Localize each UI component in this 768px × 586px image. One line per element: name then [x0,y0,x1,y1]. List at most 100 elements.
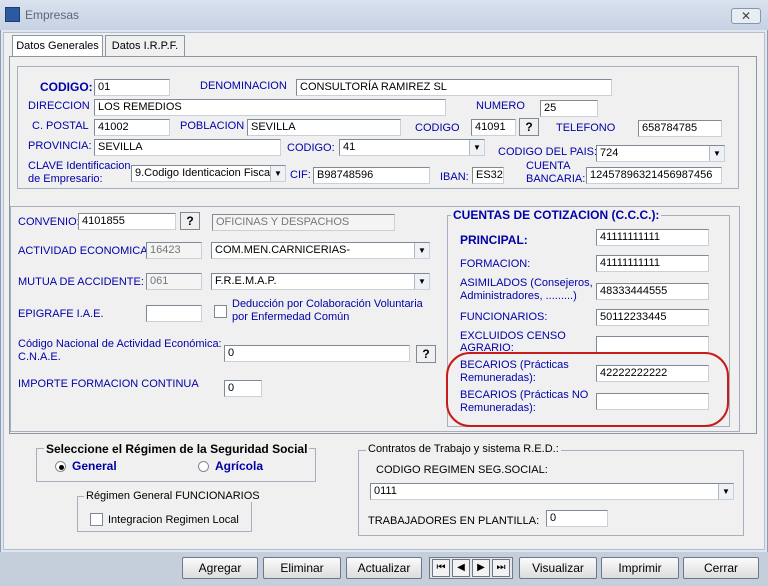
chevron-down-icon[interactable]: ▼ [709,146,724,161]
deduccion-label-line1: Deducción por Colaboración Voluntaria [232,298,423,310]
funcionarios-label: FUNCIONARIOS: [460,311,548,323]
principal-label: PRINCIPAL: [460,233,528,247]
highlight-oval [446,352,729,427]
asimilados-label-line2: Administradores, .........) [460,290,577,302]
direccion-label: DIRECCION [28,100,90,112]
convenio-help-button[interactable]: ? [180,212,200,230]
epigrafe-field[interactable] [146,305,202,322]
deduccion-label-line2: por Enfermedad Común [232,311,350,323]
denominacion-field[interactable]: CONSULTORÍA RAMIREZ SL [296,79,612,96]
telefono-field[interactable]: 658784785 [638,120,722,137]
app-icon [5,7,20,22]
codigo-regimen-select[interactable]: 0111 ▼ [370,483,734,500]
codigo-pais-value: 724 [600,147,619,159]
agricola-radio[interactable] [198,461,209,472]
direccion-field[interactable]: LOS REMEDIOS [94,99,446,116]
numero-field[interactable]: 25 [540,100,598,117]
cnae-field[interactable]: 0 [224,345,410,362]
excluidos-label-line1: EXCLUIDOS CENSO [460,330,566,342]
chevron-down-icon[interactable]: ▼ [414,274,429,289]
codigo-provincia-label: CODIGO: [287,142,335,154]
imprimir-button[interactable]: Imprimir [601,557,679,579]
cnae-help-button[interactable]: ? [416,345,436,363]
first-record-icon[interactable]: ⏮ [432,559,450,577]
codigo-provincia-value: 41 [343,141,356,153]
mutua-select[interactable]: F.R.E.M.A.P. ▼ [211,273,430,290]
asimilados-field[interactable]: 48333444555 [596,283,709,300]
regimen-title: Seleccione el Régimen de la Seguridad So… [44,442,310,456]
cuenta-label-line1: CUENTA [526,160,571,172]
deduccion-checkbox[interactable] [214,305,227,318]
formacion-continua-label: IMPORTE FORMACION CONTINUA [18,378,199,390]
convenio-label: CONVENIO: [18,216,80,228]
iban-field[interactable]: ES32 [472,167,504,184]
chevron-down-icon[interactable]: ▼ [469,140,484,155]
integracion-label: Integracion Regimen Local [108,514,239,526]
general-radio[interactable] [55,461,66,472]
cerrar-button[interactable]: Cerrar [683,557,759,579]
contratos-title: Contratos de Trabajo y sistema R.E.D.: [366,443,561,455]
codigo-field[interactable]: 01 [94,79,170,96]
tab-datos-irpf[interactable]: Datos I.R.P.F. [105,35,185,57]
principal-field[interactable]: 41111111111 [596,229,709,246]
provincia-label: PROVINCIA: [28,140,92,152]
previous-record-icon[interactable]: ◀ [452,559,470,577]
clave-label-line2: de Empresario: [28,173,103,185]
formacion-continua-field[interactable]: 0 [224,380,262,397]
codigo-regimen-label: CODIGO REGIMEN SEG.SOCIAL: [376,464,548,476]
tab-datos-generales[interactable]: Datos Generales [12,35,103,57]
cnae-label-line1: Código Nacional de Actividad Económica: [18,338,222,350]
excluidos-field[interactable] [596,336,709,353]
chevron-down-icon[interactable]: ▼ [270,166,285,181]
window-title: Empresas [25,8,80,22]
codigo-pais-select[interactable]: 724 ▼ [596,145,725,162]
cif-field[interactable]: B98748596 [313,167,430,184]
poblacion-help-button[interactable]: ? [519,118,539,136]
codigo-provincia-select[interactable]: 41 ▼ [339,139,485,156]
chevron-down-icon[interactable]: ▼ [414,243,429,258]
convenio-field[interactable]: 4101855 [78,213,176,230]
trabajadores-field[interactable]: 0 [546,510,608,527]
trabajadores-label: TRABAJADORES EN PLANTILLA: [368,515,540,527]
ccc-formacion-field[interactable]: 41111111111 [596,255,709,272]
cuenta-field[interactable]: 12457896321456987456 [586,167,722,184]
mutua-value: F.R.E.M.A.P. [215,275,277,287]
close-button[interactable]: ✕ [731,8,761,24]
provincia-field[interactable]: SEVILLA [94,139,281,156]
cpostal-field[interactable]: 41002 [94,119,170,136]
cif-label: CIF: [290,169,311,181]
agricola-label: Agrícola [215,459,264,473]
chevron-down-icon[interactable]: ▼ [718,484,733,499]
codigo-poblacion-field[interactable]: 41091 [471,119,516,136]
eliminar-button[interactable]: Eliminar [263,557,341,579]
title-bar [0,0,768,30]
next-record-icon[interactable]: ▶ [472,559,490,577]
codigo-label: CODIGO: [40,80,93,94]
funcionarios-field[interactable]: 50112233445 [596,309,709,326]
cpostal-label: C. POSTAL [32,120,89,132]
denominacion-label: DENOMINACION [200,80,287,92]
last-record-icon[interactable]: ⏭ [492,559,510,577]
epigrafe-label: EPIGRAFE I.A.E. [18,308,104,320]
integracion-checkbox[interactable] [90,513,103,526]
numero-label: NUMERO [476,100,525,112]
agregar-button[interactable]: Agregar [182,557,258,579]
convenio-desc: OFICINAS Y DESPACHOS [212,214,395,231]
asimilados-label-line1: ASIMILADOS (Consejeros, [460,277,593,289]
poblacion-label: POBLACION [180,120,245,132]
general-label: General [72,459,117,473]
actividad-label: ACTIVIDAD ECONOMICA: [18,245,151,257]
funcionarios-group-title: Régimen General FUNCIONARIOS [84,490,262,502]
visualizar-button[interactable]: Visualizar [519,557,597,579]
mutua-code: 061 [146,273,202,290]
actividad-select[interactable]: COM.MEN.CARNICERIAS- ▼ [211,242,430,259]
ccc-title: CUENTAS DE COTIZACION (C.C.C.): [451,208,662,222]
clave-value: 9.Codigo Identicacion Fiscal [135,167,273,179]
clave-select[interactable]: 9.Codigo Identicacion Fiscal ▼ [131,165,286,182]
actividad-code: 16423 [146,242,202,259]
codigo-poblacion-label: CODIGO [415,122,460,134]
iban-label: IBAN: [440,171,469,183]
poblacion-field[interactable]: SEVILLA [247,119,401,136]
actualizar-button[interactable]: Actualizar [346,557,422,579]
ccc-formacion-label: FORMACION: [460,258,531,270]
